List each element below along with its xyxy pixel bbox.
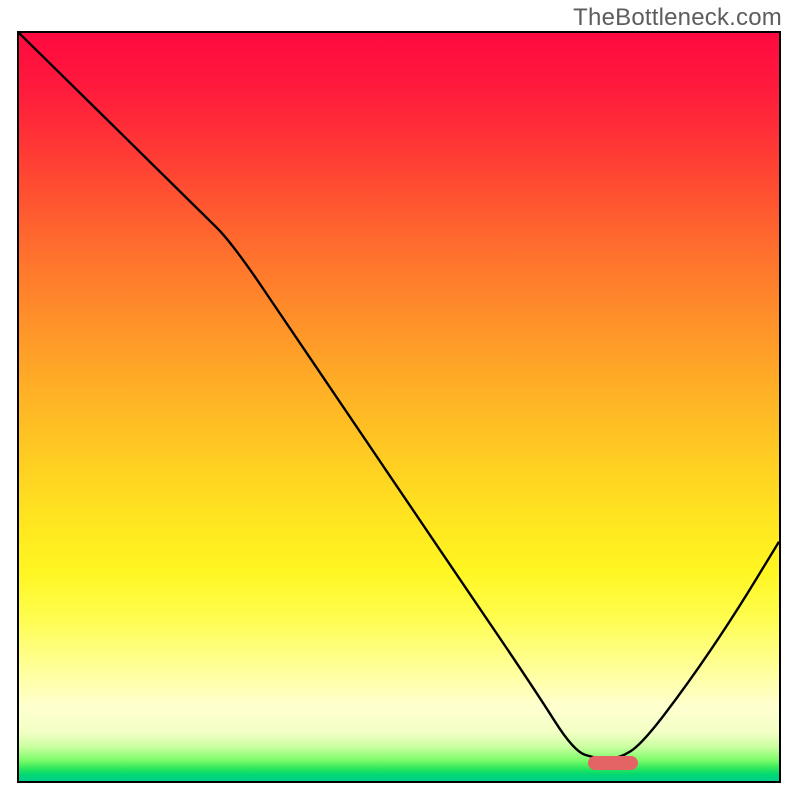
bottleneck-curve [19,33,779,759]
watermark-text: TheBottleneck.com [573,4,782,32]
curve-layer [19,33,779,781]
plot-area [17,31,781,783]
optimal-marker [588,756,638,770]
chart-frame: TheBottleneck.com [0,0,800,800]
